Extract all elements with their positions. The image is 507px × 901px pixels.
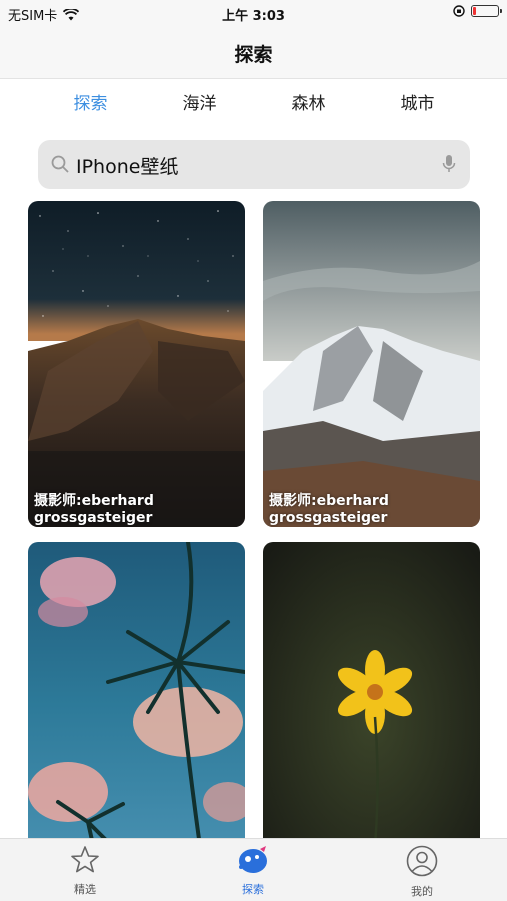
- status-bar: 无SIM卡 上午 3:03: [0, 0, 507, 28]
- nav-bar: 探索: [0, 28, 507, 79]
- tabbar-item-explore[interactable]: 探索: [203, 845, 303, 897]
- wallpaper-image-yellow-flower: [263, 542, 480, 868]
- status-right: [453, 5, 502, 17]
- photo-credit: 摄影师:eberhard grossgasteiger: [269, 493, 389, 527]
- tab-forest[interactable]: 森林: [254, 88, 363, 120]
- credit-line-1: 摄影师:eberhard: [269, 493, 389, 509]
- tab-explore[interactable]: 探索: [36, 88, 145, 120]
- profile-icon: [406, 845, 438, 877]
- credit-line-2: grossgasteiger: [34, 510, 153, 526]
- tab-bar: 精选 探索 我的: [0, 838, 507, 901]
- tabbar-label: 精选: [74, 883, 96, 896]
- search-bar[interactable]: IPhone壁纸: [38, 140, 470, 189]
- credit-line-2: grossgasteiger: [269, 510, 388, 526]
- battery-icon: [471, 5, 502, 17]
- tabbar-item-featured[interactable]: 精选: [35, 845, 135, 897]
- status-time: 上午 3:03: [222, 9, 285, 24]
- search-input[interactable]: IPhone壁纸: [76, 152, 178, 179]
- tabbar-label: 探索: [242, 883, 264, 896]
- tab-ocean[interactable]: 海洋: [145, 88, 254, 120]
- wallpaper-card[interactable]: 摄影师:eberhard grossgasteiger: [263, 201, 480, 527]
- explore-icon: [239, 846, 267, 873]
- wallpaper-card[interactable]: 摄影师:eberhard grossgasteiger: [28, 201, 245, 527]
- tab-city[interactable]: 城市: [363, 88, 472, 120]
- microphone-icon[interactable]: [442, 154, 456, 174]
- wallpaper-card[interactable]: [263, 542, 480, 868]
- photo-credit: 摄影师:eberhard grossgasteiger: [34, 493, 154, 527]
- wallpaper-image-snowy-mountain: [263, 201, 480, 527]
- tabbar-label: 我的: [411, 885, 433, 898]
- wallpaper-card[interactable]: [28, 542, 245, 868]
- wallpaper-image-palm-trees: [28, 542, 245, 868]
- orientation-lock-icon: [453, 5, 465, 17]
- wallpaper-image-starry-mountain: [28, 201, 245, 527]
- star-icon: [71, 846, 99, 873]
- search-icon: [51, 155, 69, 173]
- page-title: 探索: [234, 44, 273, 66]
- tabbar-item-profile[interactable]: 我的: [372, 845, 472, 899]
- credit-line-1: 摄影师:eberhard: [34, 493, 154, 509]
- category-tabs: 探索 海洋 森林 城市: [0, 88, 507, 120]
